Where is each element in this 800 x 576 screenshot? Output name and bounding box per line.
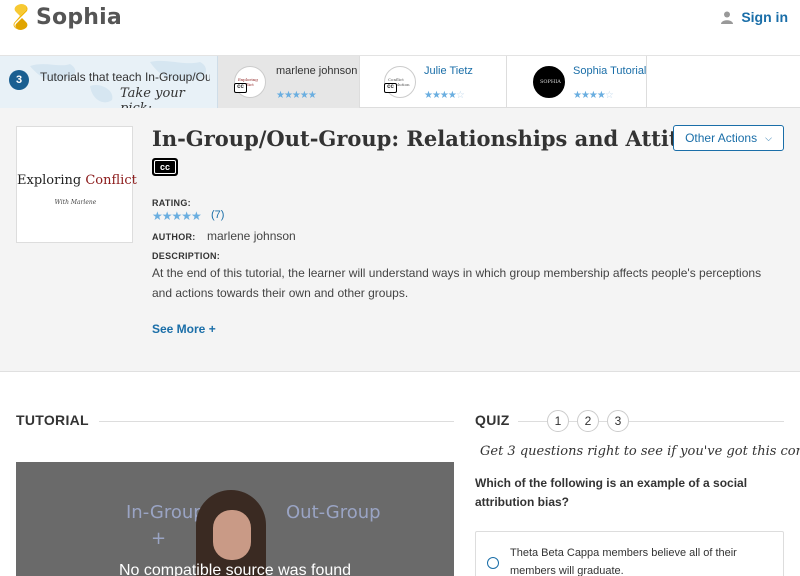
chevron-down-icon: ⌵ bbox=[765, 132, 772, 143]
quiz-answer-option[interactable]: Theta Beta Cappa members believe all of … bbox=[475, 531, 784, 576]
brand-name: Sophia bbox=[36, 4, 122, 30]
cover-title: Exploring Conflict bbox=[17, 173, 137, 188]
radio-button[interactable] bbox=[487, 557, 499, 569]
quiz-step-3: 3 bbox=[607, 410, 629, 432]
quiz-step-1: 1 bbox=[547, 410, 569, 432]
quiz-hint: Get 3 questions right to see if you've g… bbox=[480, 444, 800, 459]
page-title: In-Group/Out-Group: Relationships and At… bbox=[152, 126, 734, 151]
tutorial-heading: TUTORIAL bbox=[16, 412, 89, 428]
quiz-step-2: 2 bbox=[577, 410, 599, 432]
tutorial-thumbnail: Exploring Conflict bbox=[234, 66, 266, 98]
divider bbox=[99, 421, 454, 422]
tutorials-strip: 3 Tutorials that teach In-Group/Out-Grou… bbox=[0, 56, 800, 108]
video-word: In-Group bbox=[126, 502, 205, 523]
closed-caption-icon: cc bbox=[234, 83, 247, 93]
other-actions-label: Other Actions bbox=[685, 131, 758, 145]
video-word: Out-Group bbox=[286, 502, 381, 523]
tutorial-card-sophia[interactable]: SOPHIA Sophia Tutorial ★★★★☆ bbox=[507, 56, 647, 108]
tutorial-card-author: Julie Tietz bbox=[424, 65, 473, 77]
star-rating-icon: ★★★★★ bbox=[276, 90, 317, 101]
tutorial-card-author: Sophia Tutorial bbox=[573, 65, 647, 77]
quiz-question: Which of the following is an example of … bbox=[475, 476, 748, 509]
video-player[interactable]: In-Group Out-Group + No compatible sourc… bbox=[16, 462, 454, 576]
site-header: Sophia Sign in bbox=[0, 0, 800, 56]
closed-caption-icon: cc bbox=[152, 158, 178, 176]
take-your-pick-label: Take your pick: bbox=[120, 86, 185, 108]
quiz-answer-text: Theta Beta Cappa members believe all of … bbox=[510, 547, 737, 576]
rating-count-link[interactable]: (7) bbox=[211, 209, 224, 221]
star-rating-icon: ★★★★☆ bbox=[424, 90, 465, 101]
tutorials-strip-title: Tutorials that teach In-Group/Out-Group bbox=[40, 70, 210, 84]
description-label: DESCRIPTION: bbox=[152, 251, 221, 261]
tutorials-strip-intro: 3 Tutorials that teach In-Group/Out-Grou… bbox=[0, 56, 218, 108]
presenter-face bbox=[213, 510, 251, 560]
star-rating-icon: ★★★★★ bbox=[152, 209, 202, 223]
see-more-link[interactable]: See More + bbox=[152, 322, 216, 336]
tutorial-thumbnail: SOPHIA bbox=[533, 66, 565, 98]
video-error-message: No compatible source was found bbox=[118, 562, 352, 576]
tutorial-card-author: marlene johnson bbox=[276, 65, 358, 77]
author-label: AUTHOR: bbox=[152, 232, 196, 242]
rating-label: RATING: bbox=[152, 198, 191, 208]
tutorial-card-marlene[interactable]: Exploring Conflict cc marlene johnson ★★… bbox=[218, 56, 360, 108]
cover-subtitle: With Marlene bbox=[54, 199, 97, 206]
quiz-heading: QUIZ bbox=[475, 412, 510, 428]
sign-in-link[interactable]: Sign in bbox=[721, 9, 788, 25]
tutorial-cover-image: Exploring Conflict With Marlene bbox=[16, 126, 137, 243]
other-actions-button[interactable]: Other Actions ⌵ bbox=[673, 125, 784, 151]
tutorial-thumbnail: Conflict Resolution bbox=[384, 66, 416, 98]
description-text: At the end of this tutorial, the learner… bbox=[152, 266, 762, 300]
sophia-logo-icon bbox=[13, 4, 28, 30]
author-name: marlene johnson bbox=[207, 229, 296, 243]
sophia-logo[interactable]: Sophia bbox=[10, 3, 122, 31]
closed-caption-icon: cc bbox=[384, 83, 397, 93]
star-rating-icon: ★★★★☆ bbox=[573, 90, 614, 101]
user-icon bbox=[721, 11, 734, 24]
video-word: + bbox=[151, 528, 167, 549]
tutorial-card-julie[interactable]: Conflict Resolution cc Julie Tietz ★★★★☆ bbox=[360, 56, 507, 108]
tutorial-details: Exploring Conflict With Marlene In-Group… bbox=[0, 108, 800, 372]
tutorials-count-badge: 3 bbox=[9, 70, 29, 90]
sign-in-label: Sign in bbox=[741, 9, 788, 25]
